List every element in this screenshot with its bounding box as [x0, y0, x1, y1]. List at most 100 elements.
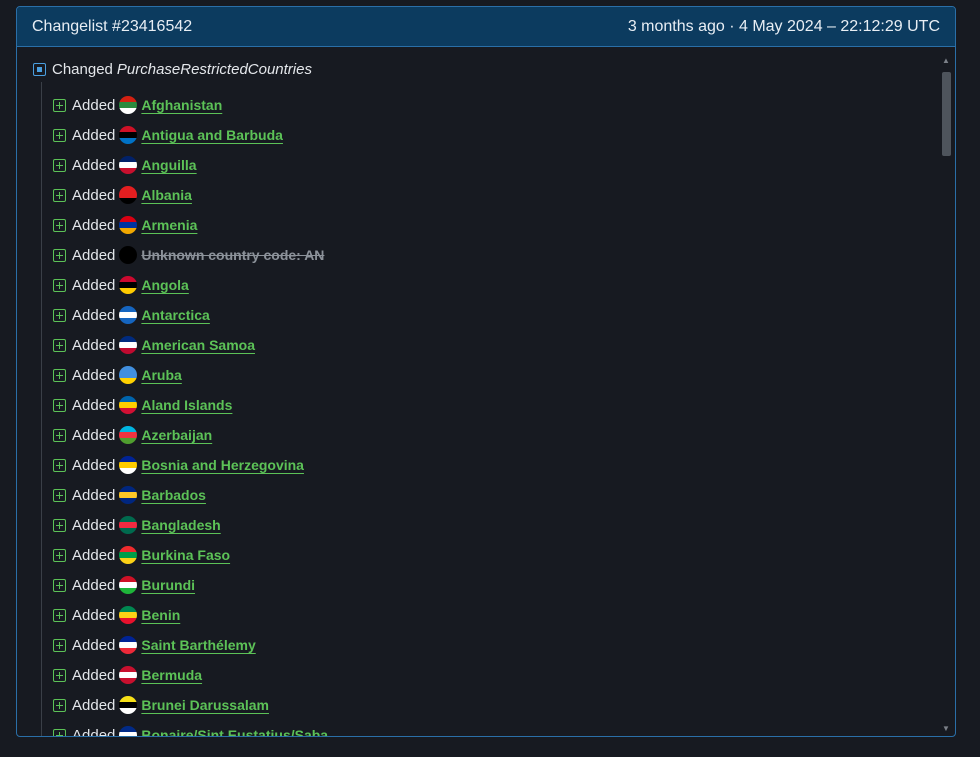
country-link[interactable]: Antigua and Barbuda: [141, 127, 283, 143]
changelist-timestamp: 3 months ago · 4 May 2024 – 22:12:29 UTC: [627, 17, 940, 35]
added-plus-icon: [53, 488, 66, 502]
country-link[interactable]: American Samoa: [141, 337, 255, 353]
scroll-down-arrow-icon[interactable]: ▼: [940, 724, 952, 734]
added-plus-icon: [53, 218, 66, 232]
list-item: Added Burkina Faso: [53, 540, 925, 570]
country-link[interactable]: Bonaire/Sint Eustatius/Saba: [141, 727, 328, 736]
country-link[interactable]: Anguilla: [141, 157, 196, 173]
added-plus-icon: [53, 608, 66, 622]
country-link[interactable]: Bangladesh: [141, 517, 220, 533]
item-action: Added: [72, 516, 116, 534]
country-link[interactable]: Brunei Darussalam: [141, 697, 269, 713]
country-flag-icon: [119, 456, 138, 474]
country-link[interactable]: Afghanistan: [141, 97, 222, 113]
country-link[interactable]: Benin: [141, 607, 180, 623]
country-flag-icon: [119, 126, 138, 144]
item-action: Added: [72, 276, 116, 294]
country-flag-icon: [119, 216, 138, 234]
item-action: Added: [72, 426, 116, 444]
country-flag-icon: [119, 606, 138, 624]
country-flag-icon: [119, 336, 138, 354]
list-item: Added Antarctica: [53, 300, 925, 330]
country-link[interactable]: Albania: [141, 187, 192, 203]
country-flag-icon: [119, 306, 138, 324]
added-plus-icon: [53, 188, 66, 202]
item-action: Added: [72, 696, 116, 714]
country-flag-icon: [119, 156, 138, 174]
added-plus-icon: [53, 398, 66, 412]
tree-guide-line: [41, 82, 42, 736]
country-link[interactable]: Bosnia and Herzegovina: [141, 457, 304, 473]
country-link[interactable]: Unknown country code: AN: [141, 247, 324, 263]
added-plus-icon: [53, 368, 66, 382]
country-link[interactable]: Angola: [141, 277, 188, 293]
country-link[interactable]: Azerbaijan: [141, 427, 212, 443]
item-action: Added: [72, 636, 116, 654]
list-item: Added Barbados: [53, 480, 925, 510]
added-plus-icon: [53, 278, 66, 292]
added-plus-icon: [53, 308, 66, 322]
country-link[interactable]: Armenia: [141, 217, 197, 233]
added-plus-icon: [53, 698, 66, 712]
country-link[interactable]: Bermuda: [141, 667, 202, 683]
item-action: Added: [72, 216, 116, 234]
added-plus-icon: [53, 458, 66, 472]
list-item: Added Unknown country code: AN: [53, 240, 925, 270]
added-plus-icon: [53, 518, 66, 532]
item-action: Added: [72, 666, 116, 684]
added-plus-icon: [53, 128, 66, 142]
item-action: Added: [72, 546, 116, 564]
root-action: Changed: [52, 60, 113, 78]
list-item: Added Anguilla: [53, 150, 925, 180]
scrollbar[interactable]: ▲ ▼: [940, 56, 952, 736]
list-item: Added Albania: [53, 180, 925, 210]
added-plus-icon: [53, 638, 66, 652]
added-plus-icon: [53, 728, 66, 736]
item-action: Added: [72, 126, 116, 144]
list-item: Added Benin: [53, 600, 925, 630]
country-flag-icon: [119, 276, 138, 294]
added-plus-icon: [53, 248, 66, 262]
list-item: Added Burundi: [53, 570, 925, 600]
country-link[interactable]: Saint Barthélemy: [141, 637, 255, 653]
item-action: Added: [72, 186, 116, 204]
country-flag-icon: [119, 516, 138, 534]
changelist-title[interactable]: Changelist #23416542: [32, 18, 192, 36]
item-action: Added: [72, 96, 116, 114]
country-flag-icon: [119, 366, 138, 384]
country-link[interactable]: Burundi: [141, 577, 195, 593]
panel-body[interactable]: Changed PurchaseRestrictedCountries Adde…: [17, 48, 955, 736]
item-action: Added: [72, 486, 116, 504]
item-action: Added: [72, 456, 116, 474]
root-change-line: Changed PurchaseRestrictedCountries: [33, 58, 312, 80]
list-item: Added Bonaire/Sint Eustatius/Saba: [53, 720, 925, 736]
item-action: Added: [72, 396, 116, 414]
changelist-panel: Changelist #23416542 3 months ago · 4 Ma…: [16, 6, 956, 737]
country-link[interactable]: Burkina Faso: [141, 547, 230, 563]
country-link[interactable]: Antarctica: [141, 307, 209, 323]
list-item: Added Afghanistan: [53, 90, 925, 120]
item-action: Added: [72, 366, 116, 384]
country-link[interactable]: Aruba: [141, 367, 181, 383]
list-item: Added Antigua and Barbuda: [53, 120, 925, 150]
country-flag-icon: [119, 636, 138, 654]
country-flag-icon: [119, 576, 138, 594]
item-action: Added: [72, 726, 116, 737]
list-item: Added Aland Islands: [53, 390, 925, 420]
list-item: Added Aruba: [53, 360, 925, 390]
scroll-up-arrow-icon[interactable]: ▲: [940, 56, 952, 66]
country-link[interactable]: Aland Islands: [141, 397, 232, 413]
added-plus-icon: [53, 548, 66, 562]
changed-icon: [33, 62, 46, 76]
root-key: PurchaseRestrictedCountries: [116, 60, 312, 78]
country-flag-icon: [119, 426, 138, 444]
item-action: Added: [72, 576, 116, 594]
scroll-thumb[interactable]: [942, 72, 951, 156]
list-item: Added Bermuda: [53, 660, 925, 690]
added-plus-icon: [53, 668, 66, 682]
country-flag-icon: [119, 696, 138, 714]
list-item: Added Angola: [53, 270, 925, 300]
country-link[interactable]: Barbados: [141, 487, 206, 503]
added-plus-icon: [53, 98, 66, 112]
item-action: Added: [72, 246, 116, 264]
